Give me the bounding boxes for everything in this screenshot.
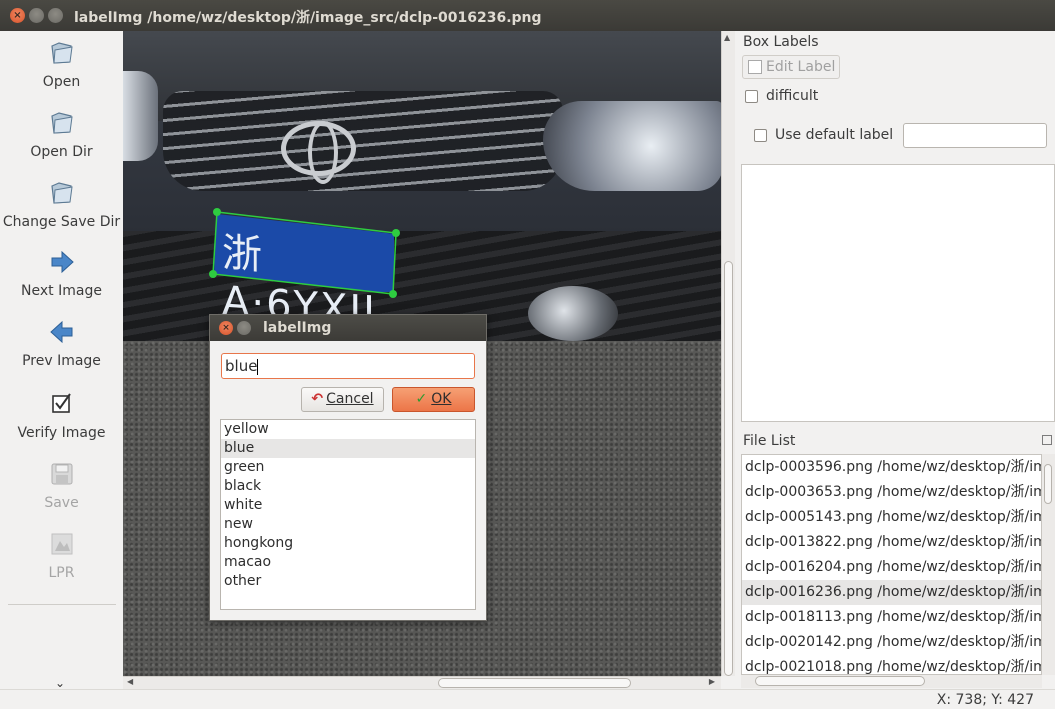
toolbar-separator <box>8 604 116 605</box>
label-list-item[interactable]: white <box>221 496 475 515</box>
dialog-maximize-button[interactable] <box>237 321 251 335</box>
file-list-item[interactable]: dclp-0003596.png /home/wz/desktop/浙/imag… <box>742 455 1041 480</box>
edit-label-text: Edit Label <box>766 59 836 75</box>
window-maximize-button[interactable] <box>48 8 63 23</box>
float-dock-icon[interactable] <box>1042 435 1052 445</box>
open-dir-label: Open Dir <box>30 144 93 160</box>
label-list-item[interactable]: yellow <box>221 420 475 439</box>
label-list-item[interactable]: new <box>221 515 475 534</box>
prev-image-button[interactable]: Prev Image <box>0 319 123 369</box>
box-handle <box>209 270 217 278</box>
file-list[interactable]: dclp-0003596.png /home/wz/desktop/浙/imag… <box>741 454 1042 675</box>
text-caret <box>257 358 259 375</box>
file-list-item[interactable]: dclp-0020142.png /home/wz/desktop/浙/imag… <box>742 630 1041 655</box>
file-list-vertical-scrollbar[interactable] <box>1042 454 1055 675</box>
save-label: Save <box>44 495 79 511</box>
scroll-right-icon[interactable]: ▶ <box>709 677 715 686</box>
left-toolbar: Open Open Dir Change Save Dir Next Image… <box>0 31 123 690</box>
difficult-label[interactable]: difficult <box>766 88 818 104</box>
window-minimize-button[interactable] <box>29 8 44 23</box>
scroll-up-icon[interactable]: ▲ <box>724 33 730 42</box>
label-input[interactable]: blue <box>221 353 475 379</box>
use-default-label-text[interactable]: Use default label <box>775 127 893 143</box>
right-dock: Box Labels Edit Label difficult Use defa… <box>736 31 1055 689</box>
label-list-item[interactable]: black <box>221 477 475 496</box>
scroll-left-icon[interactable]: ◀ <box>127 677 133 686</box>
canvas-vertical-scrollbar[interactable]: ▲ <box>721 31 735 676</box>
close-icon: × <box>222 323 230 333</box>
toolbar-more-button[interactable]: ⌄ <box>55 676 65 690</box>
file-list-title: File List <box>743 433 796 449</box>
window-title: labelImg /home/wz/desktop/浙/image_src/dc… <box>74 10 542 26</box>
dialog-titlebar: × labelImg <box>210 315 486 341</box>
difficult-checkbox[interactable] <box>745 90 758 103</box>
next-image-button[interactable]: Next Image <box>0 249 123 299</box>
cancel-button[interactable]: ↶ Cancel <box>301 387 384 412</box>
window-titlebar: × labelImg /home/wz/desktop/浙/image_src/… <box>0 0 1055 31</box>
file-list-horizontal-scrollbar[interactable] <box>741 675 1042 688</box>
label-list[interactable]: yellow blue green black white new hongko… <box>220 419 476 610</box>
file-list-item[interactable]: dclp-0013822.png /home/wz/desktop/浙/imag… <box>742 530 1041 555</box>
verify-image-label: Verify Image <box>17 425 106 441</box>
save-icon <box>51 463 72 485</box>
edit-label-button[interactable]: Edit Label <box>742 55 840 79</box>
open-button[interactable]: Open <box>0 40 123 90</box>
label-list-item[interactable]: green <box>221 458 475 477</box>
change-save-dir-button[interactable]: Change Save Dir <box>0 180 123 230</box>
open-label: Open <box>42 74 81 90</box>
label-dialog: × labelImg blue ↶ Cancel ✓ OK yellow blue … <box>209 314 487 621</box>
undo-arrow-icon: ↶ <box>311 391 324 407</box>
box-handle <box>389 290 397 298</box>
scrollbar-thumb[interactable] <box>724 261 733 676</box>
folder-icon <box>50 182 73 204</box>
box-labels-title: Box Labels <box>743 34 819 50</box>
box-handle <box>213 208 221 216</box>
cursor-coordinates: X: 738; Y: 427 <box>936 692 1034 708</box>
ok-button[interactable]: ✓ OK <box>392 387 475 412</box>
default-label-input[interactable] <box>903 123 1047 148</box>
canvas-horizontal-scrollbar[interactable]: ◀ ▶ <box>123 676 721 689</box>
dialog-close-button[interactable]: × <box>219 321 233 335</box>
open-dir-button[interactable]: Open Dir <box>0 110 123 160</box>
arrow-right-icon <box>51 250 74 274</box>
edit-icon <box>748 60 762 74</box>
lpr-icon <box>51 533 72 555</box>
check-icon: ✓ <box>415 391 428 407</box>
file-list-item[interactable]: dclp-0005143.png /home/wz/desktop/浙/imag… <box>742 505 1041 530</box>
prev-image-label: Prev Image <box>22 353 101 369</box>
file-list-item[interactable]: dclp-0016204.png /home/wz/desktop/浙/imag… <box>742 555 1041 580</box>
file-list-item[interactable]: dclp-0018113.png /home/wz/desktop/浙/imag… <box>742 605 1041 630</box>
checkbox-icon <box>51 393 71 413</box>
labelimg-window: × labelImg /home/wz/desktop/浙/image_src/… <box>0 0 1055 709</box>
file-list-item[interactable]: dclp-0003653.png /home/wz/desktop/浙/imag… <box>742 480 1041 505</box>
verify-image-button[interactable]: Verify Image <box>0 391 123 441</box>
label-list-item[interactable]: hongkong <box>221 534 475 553</box>
change-save-dir-label: Change Save Dir <box>2 214 121 230</box>
scrollbar-thumb[interactable] <box>755 676 925 686</box>
lpr-label: LPR <box>48 565 75 581</box>
box-label-list[interactable] <box>741 164 1055 422</box>
close-icon: × <box>13 10 22 21</box>
use-default-label-checkbox[interactable] <box>754 129 767 142</box>
label-input-value: blue <box>225 357 258 375</box>
ok-label: OK <box>431 391 452 407</box>
status-bar: X: 738; Y: 427 <box>0 689 1055 709</box>
label-list-item[interactable]: macao <box>221 553 475 572</box>
label-list-item-selected[interactable]: blue <box>221 439 475 458</box>
scrollbar-thumb[interactable] <box>438 678 631 688</box>
file-list-item-selected[interactable]: dclp-0016236.png /home/wz/desktop/浙/imag… <box>742 580 1041 605</box>
window-close-button[interactable]: × <box>10 8 25 23</box>
file-list-item[interactable]: dclp-0021018.png /home/wz/desktop/浙/imag… <box>742 655 1041 674</box>
lpr-button[interactable]: LPR <box>0 531 123 581</box>
label-list-item[interactable]: other <box>221 572 475 591</box>
folder-icon <box>50 42 73 64</box>
cancel-label: Cancel <box>326 391 374 407</box>
scrollbar-thumb[interactable] <box>1044 464 1052 504</box>
dialog-title: labelImg <box>263 320 332 336</box>
next-image-label: Next Image <box>21 283 102 299</box>
arrow-left-icon <box>49 320 72 344</box>
box-handle <box>392 229 400 237</box>
folder-icon <box>50 112 73 134</box>
save-button[interactable]: Save <box>0 461 123 511</box>
